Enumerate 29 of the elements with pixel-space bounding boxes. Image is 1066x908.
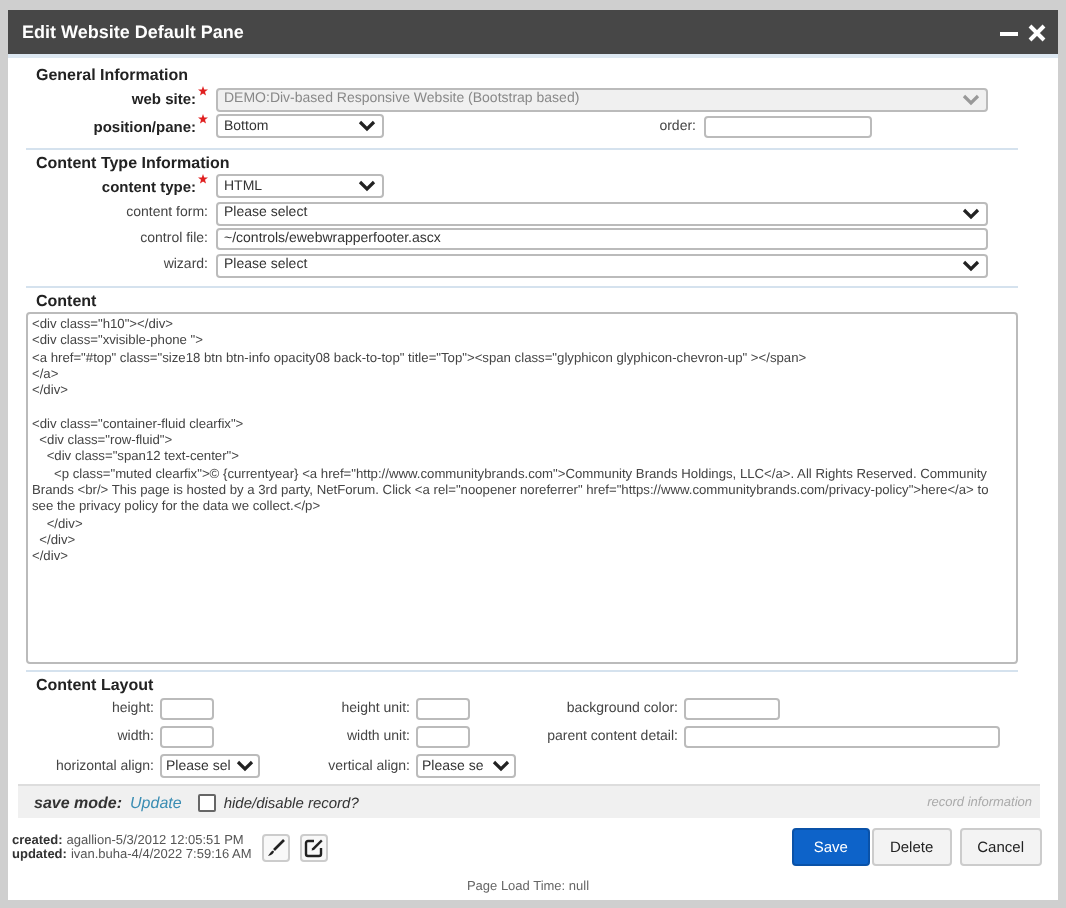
chevron-down-icon bbox=[962, 259, 980, 271]
required-icon bbox=[198, 113, 208, 123]
chevron-down-icon bbox=[962, 93, 980, 105]
chevron-down-icon bbox=[358, 120, 376, 132]
section-title: General Information bbox=[36, 66, 191, 84]
edit-button[interactable] bbox=[299, 833, 328, 861]
section-title: Content bbox=[36, 292, 99, 310]
edit-icon bbox=[303, 837, 324, 857]
required-icon bbox=[198, 173, 208, 183]
save-mode-label: save mode: bbox=[34, 793, 123, 811]
input-field[interactable] bbox=[160, 698, 214, 720]
chevron-down-icon bbox=[358, 180, 376, 192]
section-title: Content Layout bbox=[36, 676, 156, 694]
input-field[interactable] bbox=[416, 726, 470, 748]
brush-icon bbox=[265, 837, 286, 857]
input-field[interactable] bbox=[416, 698, 470, 720]
brush-button[interactable] bbox=[261, 833, 290, 861]
chevron-down-icon bbox=[492, 760, 510, 772]
input-field[interactable] bbox=[160, 726, 214, 748]
checkbox[interactable] bbox=[197, 793, 216, 811]
section-title: Content Type Information bbox=[36, 153, 232, 171]
required-icon bbox=[198, 86, 208, 96]
input-field[interactable] bbox=[684, 726, 1000, 748]
chevron-down-icon bbox=[962, 207, 980, 219]
chevron-down-icon bbox=[236, 760, 254, 772]
close-icon[interactable] bbox=[1028, 23, 1046, 41]
input-field[interactable] bbox=[684, 698, 780, 720]
window-title: Edit Website Default Pane bbox=[22, 22, 244, 42]
input-field[interactable] bbox=[704, 115, 872, 137]
